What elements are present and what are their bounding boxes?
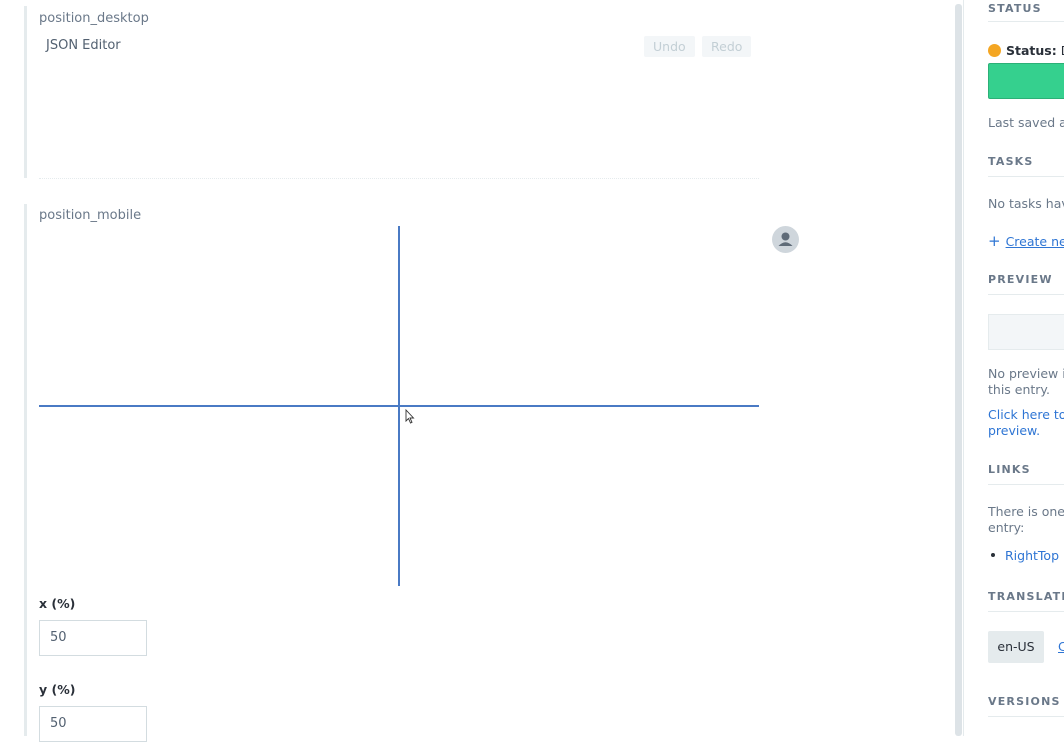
status-heading: STATUS bbox=[988, 2, 1042, 15]
tasks-empty-text: No tasks hav bbox=[988, 196, 1064, 211]
position-picker-canvas[interactable] bbox=[39, 226, 759, 586]
links-list-item[interactable]: RightTop bbox=[988, 545, 1059, 564]
preview-text-line2: this entry. bbox=[988, 382, 1051, 397]
links-text-line1: There is one bbox=[988, 504, 1064, 519]
preview-text-line1: No preview is bbox=[988, 366, 1064, 381]
last-saved-text: Last saved a bbox=[988, 115, 1064, 130]
change-locale-link[interactable]: C bbox=[1058, 639, 1064, 655]
undo-button[interactable]: Undo bbox=[644, 36, 695, 57]
status-key: Status: bbox=[1006, 43, 1057, 58]
create-task-link[interactable]: + Create ne bbox=[988, 231, 1064, 250]
translation-heading: TRANSLATIO bbox=[988, 590, 1064, 603]
field-label-position-mobile: position_mobile bbox=[39, 208, 142, 223]
preview-setup-link-line2[interactable]: preview. bbox=[988, 423, 1040, 439]
field-label-position-desktop: position_desktop bbox=[39, 11, 149, 26]
publish-button[interactable] bbox=[988, 63, 1064, 99]
field-indicator-bar bbox=[24, 6, 27, 178]
field-indicator-bar bbox=[24, 204, 27, 736]
section-divider bbox=[988, 294, 1064, 295]
section-divider bbox=[988, 176, 1064, 177]
entry-editor: position_desktop JSON Editor Undo Redo p… bbox=[0, 0, 948, 742]
json-editor-title: JSON Editor bbox=[46, 38, 121, 53]
bullet-icon bbox=[991, 553, 995, 557]
section-divider bbox=[988, 716, 1064, 717]
section-divider bbox=[988, 484, 1064, 485]
links-text-line2: entry: bbox=[988, 520, 1025, 535]
field-divider bbox=[39, 178, 759, 179]
status-draft-dot-icon bbox=[988, 44, 1001, 57]
linked-entry-righttop[interactable]: RightTop bbox=[1005, 548, 1059, 563]
preview-setup-link-line1[interactable]: Click here to bbox=[988, 407, 1064, 423]
x-percent-input[interactable]: 50 bbox=[39, 620, 147, 656]
user-avatar-icon bbox=[772, 226, 799, 253]
section-divider bbox=[988, 611, 1064, 612]
locale-pill: en-US bbox=[988, 631, 1044, 663]
entry-sidebar: STATUS Status: D Last saved a TASKS No t… bbox=[963, 0, 1064, 736]
y-percent-label: y (%) bbox=[39, 682, 76, 697]
status-row: Status: D bbox=[988, 43, 1064, 58]
redo-button[interactable]: Redo bbox=[702, 36, 752, 57]
links-heading: LINKS bbox=[988, 463, 1031, 476]
section-divider bbox=[988, 21, 1064, 22]
tasks-heading: TASKS bbox=[988, 155, 1034, 168]
versions-heading: VERSIONS bbox=[988, 695, 1061, 708]
mouse-cursor-icon bbox=[405, 409, 415, 424]
y-percent-input[interactable]: 50 bbox=[39, 706, 147, 742]
plus-icon: + bbox=[988, 232, 1001, 250]
main-scrollbar[interactable] bbox=[955, 4, 962, 736]
preview-button[interactable] bbox=[988, 314, 1064, 350]
x-percent-label: x (%) bbox=[39, 596, 76, 611]
preview-heading: PREVIEW bbox=[988, 273, 1053, 286]
create-task-label[interactable]: Create ne bbox=[1006, 234, 1064, 249]
